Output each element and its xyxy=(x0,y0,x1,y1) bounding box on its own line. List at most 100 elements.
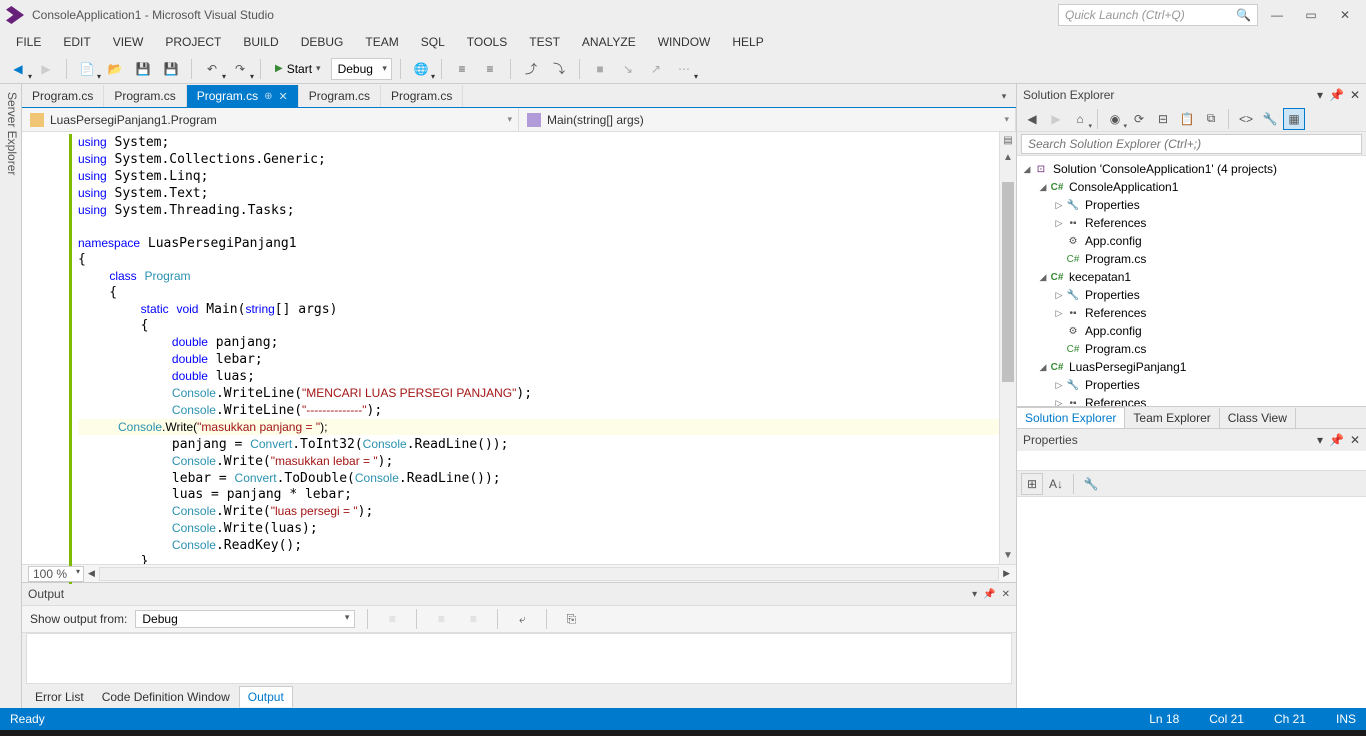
se-preview-button[interactable]: ▦ xyxy=(1283,108,1305,130)
expand-icon[interactable]: ◢ xyxy=(1037,362,1049,373)
zoom-dropdown[interactable]: 100 % xyxy=(28,566,84,582)
se-search-input[interactable] xyxy=(1021,134,1362,154)
undo-button[interactable]: ↶ xyxy=(200,58,224,80)
doc-tab-1[interactable]: Program.cs xyxy=(104,85,186,107)
item-references[interactable]: ▷•▪References xyxy=(1017,394,1366,406)
minimize-button[interactable]: — xyxy=(1262,4,1292,26)
se-home-button[interactable]: ⌂ xyxy=(1069,108,1091,130)
se-refresh-button[interactable]: ⟳ xyxy=(1128,108,1150,130)
open-button[interactable]: 📂 xyxy=(103,58,127,80)
redo-button[interactable]: ↷ xyxy=(228,58,252,80)
back-button[interactable]: ◀ xyxy=(6,58,30,80)
se-forward-button[interactable]: ▶ xyxy=(1045,108,1067,130)
output-toggle2-button[interactable]: ≡ xyxy=(461,608,485,630)
prop-dropdown-icon[interactable]: ▾ xyxy=(1317,433,1323,447)
code-content[interactable]: using System; using System.Collections.G… xyxy=(72,132,999,564)
expand-icon[interactable]: ▷ xyxy=(1053,218,1065,229)
forward-button[interactable]: ▶ xyxy=(34,58,58,80)
doc-tab-0[interactable]: Program.cs xyxy=(22,85,104,107)
step-out-button[interactable]: ↗ xyxy=(644,58,668,80)
output-pin-icon[interactable]: 📌 xyxy=(983,589,995,600)
horizontal-scrollbar[interactable] xyxy=(99,567,999,581)
se-back-button[interactable]: ◀ xyxy=(1021,108,1043,130)
prop-alpha-button[interactable]: A↓ xyxy=(1045,473,1067,495)
se-showall-button[interactable]: 📋 xyxy=(1176,108,1198,130)
vertical-scrollbar[interactable]: ▤ ▲ ▼ xyxy=(999,132,1016,564)
doc-tab-4[interactable]: Program.cs xyxy=(381,85,463,107)
tab-overflow-button[interactable]: ▾ xyxy=(992,85,1016,107)
prop-events-button[interactable]: 🔧 xyxy=(1080,473,1102,495)
uncomment-button[interactable]: ≡ xyxy=(478,58,502,80)
expand-icon[interactable]: ◢ xyxy=(1037,182,1049,193)
se-dropdown-icon[interactable]: ▾ xyxy=(1317,88,1323,102)
menu-project[interactable]: PROJECT xyxy=(155,32,231,52)
menu-window[interactable]: WINDOW xyxy=(648,32,721,52)
step-into-button[interactable]: ↘ xyxy=(616,58,640,80)
comment-button[interactable]: ≡ xyxy=(450,58,474,80)
prop-close-icon[interactable]: ✕ xyxy=(1350,433,1360,447)
output-source-dropdown[interactable]: Debug xyxy=(135,610,355,628)
item-properties[interactable]: ▷🔧Properties xyxy=(1017,376,1366,394)
restore-button[interactable]: ▭ xyxy=(1296,4,1326,26)
menu-build[interactable]: BUILD xyxy=(233,32,288,52)
browser-button[interactable]: 🌐 xyxy=(409,58,433,80)
solution-node[interactable]: ◢⊡Solution 'ConsoleApplication1' (4 proj… xyxy=(1017,160,1366,178)
se-pin-icon[interactable]: 📌 xyxy=(1329,88,1344,102)
scroll-up-icon[interactable]: ▲ xyxy=(1000,149,1016,166)
item-app-config[interactable]: ⚙App.config xyxy=(1017,322,1366,340)
expand-icon[interactable]: ▷ xyxy=(1053,308,1065,319)
project-kecepatan1[interactable]: ◢C#kecepatan1 xyxy=(1017,268,1366,286)
save-all-button[interactable]: 💾 xyxy=(159,58,183,80)
stop-button[interactable]: ■ xyxy=(588,58,612,80)
se-close-icon[interactable]: ✕ xyxy=(1350,88,1360,102)
menu-edit[interactable]: EDIT xyxy=(53,32,100,52)
right-tab-class-view[interactable]: Class View xyxy=(1220,408,1296,428)
properties-body[interactable] xyxy=(1017,497,1366,708)
output-clear-button[interactable]: ≡ xyxy=(380,608,404,630)
item-program-cs[interactable]: C#Program.cs xyxy=(1017,250,1366,268)
se-collapse-button[interactable]: ⊟ xyxy=(1152,108,1174,130)
tab-close-icon[interactable]: ✕ xyxy=(278,90,287,103)
menu-debug[interactable]: DEBUG xyxy=(291,32,354,52)
project-LuasPersegiPanjang1[interactable]: ◢C#LuasPersegiPanjang1 xyxy=(1017,358,1366,376)
item-properties[interactable]: ▷🔧Properties xyxy=(1017,286,1366,304)
doc-tab-2[interactable]: Program.cs ⊕ ✕ xyxy=(187,85,299,107)
more-button[interactable]: ⋯ xyxy=(672,58,696,80)
project-ConsoleApplication1[interactable]: ◢C#ConsoleApplication1 xyxy=(1017,178,1366,196)
quick-launch-input[interactable]: Quick Launch (Ctrl+Q) 🔍 xyxy=(1058,4,1258,26)
se-properties-button[interactable]: 🔧 xyxy=(1259,108,1281,130)
step-button[interactable]: ⤴ xyxy=(519,58,543,80)
se-copy-button[interactable]: ⧉ xyxy=(1200,108,1222,130)
prop-pin-icon[interactable]: 📌 xyxy=(1329,433,1344,447)
config-dropdown[interactable]: Debug xyxy=(331,58,392,80)
item-references[interactable]: ▷•▪References xyxy=(1017,304,1366,322)
solution-tree[interactable]: ◢⊡Solution 'ConsoleApplication1' (4 proj… xyxy=(1017,156,1366,406)
expand-icon[interactable]: ◢ xyxy=(1037,272,1049,283)
menu-test[interactable]: TEST xyxy=(519,32,570,52)
code-editor[interactable]: using System; using System.Collections.G… xyxy=(22,132,1016,564)
prop-categorized-button[interactable]: ⊞ xyxy=(1021,473,1043,495)
pin-icon[interactable]: ⊕ xyxy=(264,91,272,102)
new-project-button[interactable]: 📄 xyxy=(75,58,99,80)
right-tab-team-explorer[interactable]: Team Explorer xyxy=(1125,408,1219,428)
se-scope-button[interactable]: ◉ xyxy=(1104,108,1126,130)
server-explorer-tab[interactable]: Server Explorer xyxy=(0,84,22,708)
menu-sql[interactable]: SQL xyxy=(411,32,455,52)
se-code-button[interactable]: <> xyxy=(1235,108,1257,130)
output-dropdown-icon[interactable]: ▾ xyxy=(972,589,977,600)
output-toggle1-button[interactable]: ≡ xyxy=(429,608,453,630)
item-properties[interactable]: ▷🔧Properties xyxy=(1017,196,1366,214)
start-debug-button[interactable]: ▶ Start ▾ xyxy=(269,58,327,80)
nav-method-dropdown[interactable]: Main(string[] args) xyxy=(519,108,1016,131)
output-body[interactable] xyxy=(26,633,1012,684)
output-wrap-button[interactable]: ⤶ xyxy=(510,608,534,630)
doc-tab-3[interactable]: Program.cs xyxy=(299,85,381,107)
bottom-tab-output[interactable]: Output xyxy=(239,686,293,708)
right-tab-solution-explorer[interactable]: Solution Explorer xyxy=(1017,407,1125,428)
step-over-button[interactable]: ⤵ xyxy=(547,58,571,80)
split-icon[interactable]: ▤ xyxy=(1000,132,1016,149)
item-program-cs[interactable]: C#Program.cs xyxy=(1017,340,1366,358)
expand-icon[interactable]: ◢ xyxy=(1021,164,1033,175)
save-button[interactable]: 💾 xyxy=(131,58,155,80)
menu-tools[interactable]: TOOLS xyxy=(457,32,517,52)
